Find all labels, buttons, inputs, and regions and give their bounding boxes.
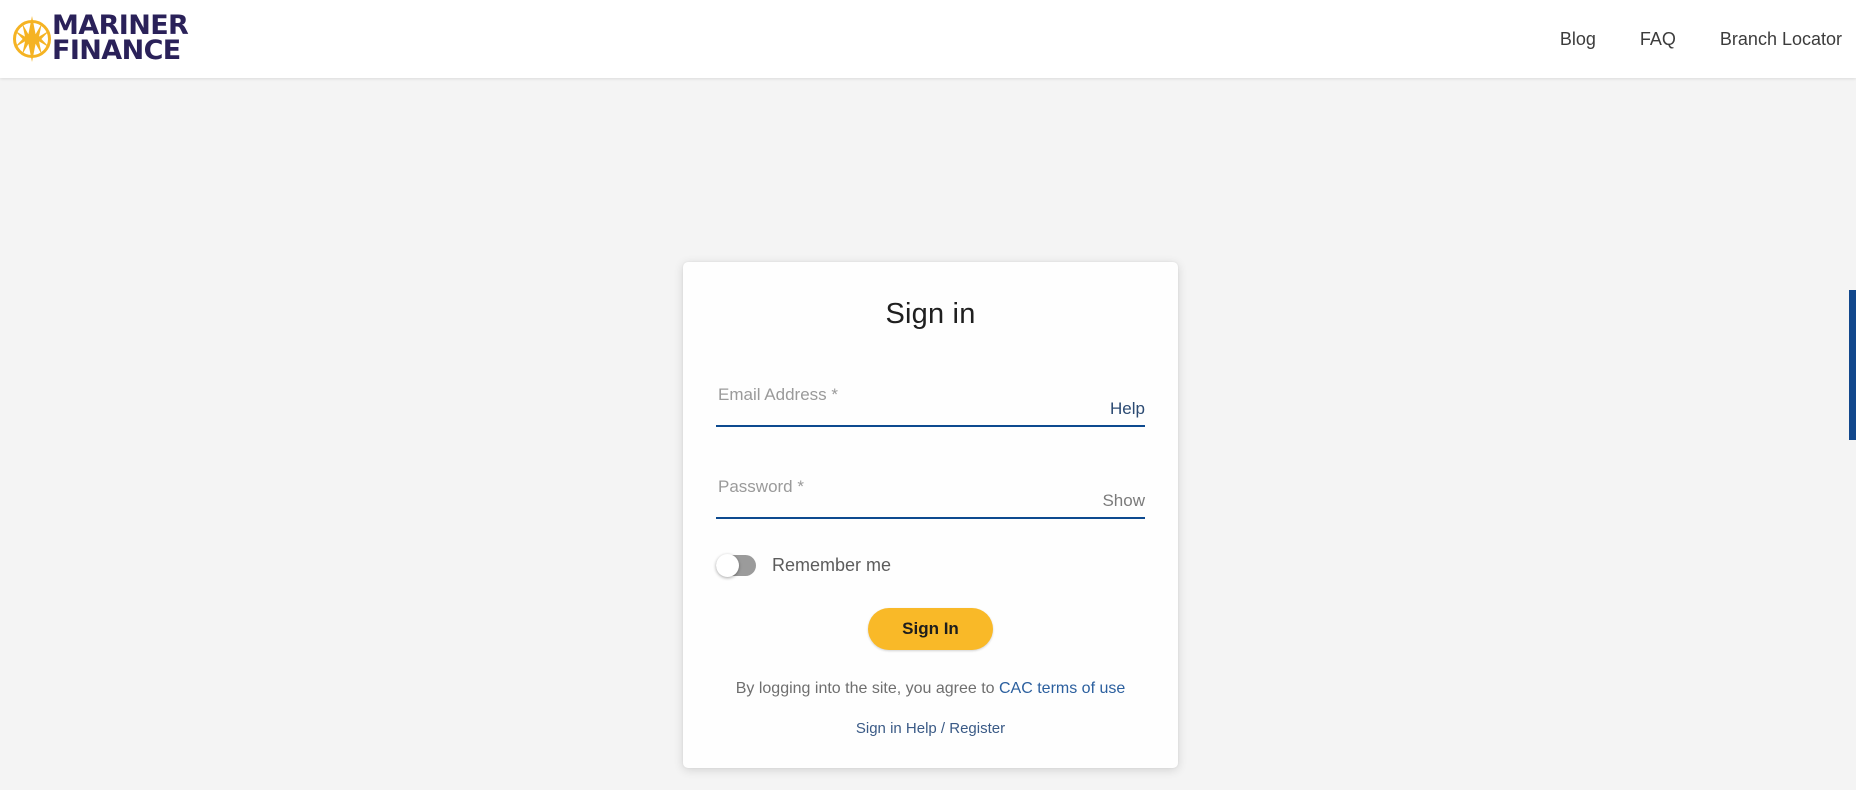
sign-in-button[interactable]: Sign In <box>868 608 993 650</box>
brand-logo-link[interactable]: MARINER FINANCE <box>8 12 189 66</box>
nav-item-faq[interactable]: FAQ <box>1640 29 1676 50</box>
brand-line-2: FINANCE <box>52 35 181 66</box>
credentials-form: Help Show <box>683 375 1178 519</box>
signin-card: Sign in Help Show Remember me Sign In <box>683 262 1178 768</box>
terms-prefix-text: By logging into the site, you agree to <box>735 680 999 697</box>
nav-item-blog[interactable]: Blog <box>1560 29 1596 50</box>
remember-me-toggle[interactable] <box>716 554 756 577</box>
password-field-group: Show <box>716 467 1145 519</box>
page-content: Sign in Help Show Remember me Sign In <box>0 78 1856 790</box>
site-header: MARINER FINANCE Blog FAQ Branch Locator <box>0 0 1856 78</box>
main-navigation: Blog FAQ Branch Locator <box>1560 29 1856 50</box>
email-help-link[interactable]: Help <box>1102 399 1145 419</box>
signin-help-row: Sign in Help / Register <box>683 720 1178 737</box>
cac-terms-link[interactable]: CAC terms of use <box>999 680 1125 697</box>
email-input[interactable] <box>716 375 1145 425</box>
toggle-knob <box>716 554 739 577</box>
page-scrollbar-thumb[interactable] <box>1849 290 1856 440</box>
terms-notice: By logging into the site, you agree to C… <box>683 680 1178 698</box>
password-show-toggle[interactable]: Show <box>1094 491 1145 511</box>
compass-star-icon <box>13 16 51 62</box>
remember-me-row: Remember me <box>683 554 1178 577</box>
submit-row: Sign In <box>683 608 1178 650</box>
email-field-group: Help <box>716 375 1145 427</box>
remember-me-label: Remember me <box>772 555 892 575</box>
sign-in-help-register-link[interactable]: Sign in Help / Register <box>856 720 1005 737</box>
password-input[interactable] <box>716 467 1145 517</box>
brand-wordmark: MARINER FINANCE <box>52 12 189 66</box>
nav-item-branch-locator[interactable]: Branch Locator <box>1720 29 1842 50</box>
page-title: Sign in <box>885 298 976 330</box>
